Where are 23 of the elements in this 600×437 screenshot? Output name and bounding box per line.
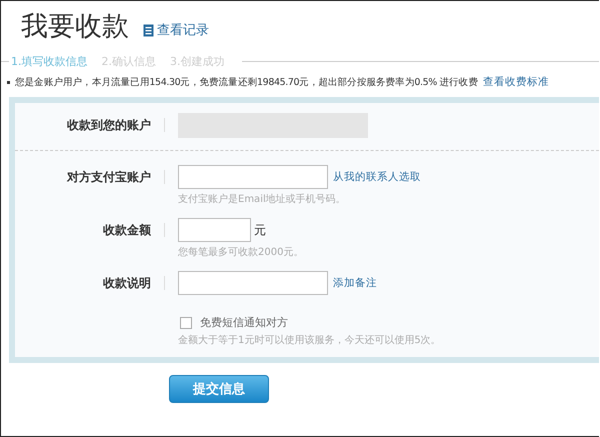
fee-standard-link[interactable]: 查看收费标准 (482, 75, 549, 89)
field-hint: 您每笔最多可收款2000元。 (178, 246, 304, 259)
submit-button[interactable]: 提交信息 (169, 375, 269, 403)
field-hint: 金额大于等于1元时可以使用该服务，今天还可以使用5次。 (178, 334, 441, 347)
step-label: 1.填写收款信息 (11, 54, 88, 68)
field-link[interactable]: 添加备注 (333, 276, 377, 290)
checkbox[interactable] (180, 316, 192, 328)
input-field[interactable] (178, 218, 251, 242)
input-field[interactable] (178, 271, 328, 295)
input-field[interactable] (178, 165, 328, 189)
bullet-icon (7, 80, 10, 84)
field-link[interactable]: 从我的联系人选取 (333, 170, 421, 184)
page-title: 我要收款 (21, 10, 129, 44)
field-label: 收款说明 (102, 275, 151, 292)
checkbox-label: 免费短信通知对方 (200, 315, 288, 330)
field-label: 收款金额 (102, 222, 151, 239)
view-records-link[interactable]: 查看记录 (143, 21, 209, 39)
field-hint: 支付宝账户是Email地址或手机号码。 (178, 192, 347, 206)
notice-text: 您是金账户用户，本月流量已用154.30元，免费流量还剩19845.70元，超出部分按服务费率为0.5% 进行收费 (15, 76, 478, 88)
field-label: 收款到您的账户 (66, 117, 151, 134)
document-icon (143, 24, 154, 36)
unit-label: 元 (254, 222, 266, 238)
field-label: 对方支付宝账户 (66, 169, 151, 186)
